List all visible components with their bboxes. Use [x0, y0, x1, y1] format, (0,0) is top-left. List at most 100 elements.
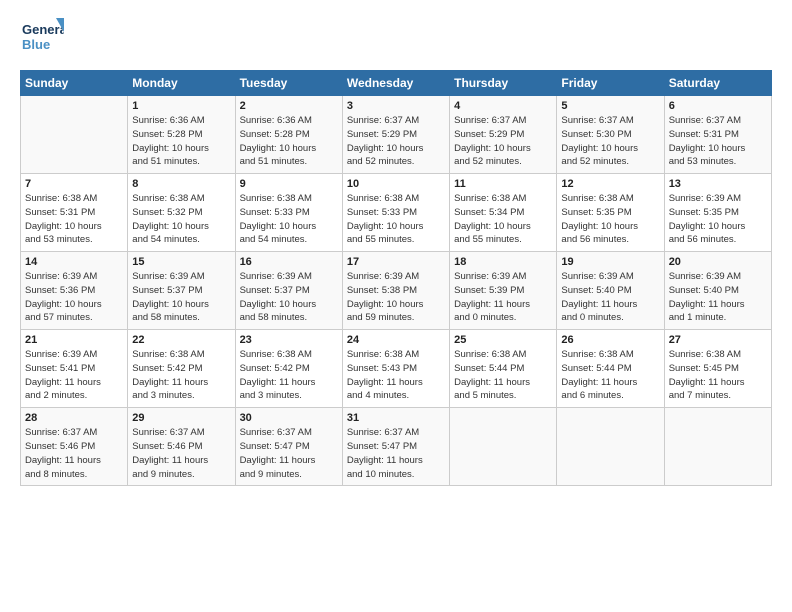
day-info: Sunrise: 6:39 AM Sunset: 5:40 PM Dayligh…: [669, 270, 767, 325]
table-row: [664, 408, 771, 486]
table-row: 27 Sunrise: 6:38 AM Sunset: 5:45 PM Dayli…: [664, 330, 771, 408]
day-number: 1: [132, 100, 230, 112]
header: General Blue: [20, 16, 772, 60]
day-number: 3: [347, 100, 445, 112]
table-row: 2 Sunrise: 6:36 AM Sunset: 5:28 PM Daylig…: [235, 96, 342, 174]
day-info: Sunrise: 6:39 AM Sunset: 5:37 PM Dayligh…: [132, 270, 230, 325]
day-number: 6: [669, 100, 767, 112]
day-info: Sunrise: 6:39 AM Sunset: 5:38 PM Dayligh…: [347, 270, 445, 325]
table-row: 22Sunrise: 6:38 AM Sunset: 5:42 PM Dayli…: [128, 330, 235, 408]
table-row: 21 Sunrise: 6:39 AM Sunset: 5:41 PM Dayli…: [21, 330, 128, 408]
table-row: 9Sunrise: 6:38 AM Sunset: 5:33 PM Daylig…: [235, 174, 342, 252]
svg-text:Blue: Blue: [22, 37, 50, 52]
day-number: 2: [240, 100, 338, 112]
day-info: Sunrise: 6:38 AM Sunset: 5:33 PM Dayligh…: [347, 192, 445, 247]
col-header-sunday: Sunday: [21, 71, 128, 96]
day-number: 12: [561, 178, 659, 190]
week-row-1: 1 Sunrise: 6:36 AM Sunset: 5:28 PM Daylig…: [21, 96, 772, 174]
table-row: 11 Sunrise: 6:38 AM Sunset: 5:34 PM Dayli…: [450, 174, 557, 252]
col-header-monday: Monday: [128, 71, 235, 96]
table-row: 31 Sunrise: 6:37 AM Sunset: 5:47 PM Dayli…: [342, 408, 449, 486]
table-row: 26 Sunrise: 6:38 AM Sunset: 5:44 PM Dayli…: [557, 330, 664, 408]
day-number: 21: [25, 334, 123, 346]
day-info: Sunrise: 6:36 AM Sunset: 5:28 PM Dayligh…: [240, 114, 338, 169]
day-info: Sunrise: 6:38 AM Sunset: 5:42 PM Dayligh…: [240, 348, 338, 403]
table-row: 18 Sunrise: 6:39 AM Sunset: 5:39 PM Dayli…: [450, 252, 557, 330]
day-number: 5: [561, 100, 659, 112]
day-number: 18: [454, 256, 552, 268]
day-number: 23: [240, 334, 338, 346]
day-info: Sunrise: 6:38 AM Sunset: 5:32 PM Dayligh…: [132, 192, 230, 247]
header-row: SundayMondayTuesdayWednesdayThursdayFrid…: [21, 71, 772, 96]
table-row: 24 Sunrise: 6:38 AM Sunset: 5:43 PM Dayli…: [342, 330, 449, 408]
day-number: 20: [669, 256, 767, 268]
table-row: 13Sunrise: 6:39 AM Sunset: 5:35 PM Dayli…: [664, 174, 771, 252]
table-row: 30 Sunrise: 6:37 AM Sunset: 5:47 PM Dayli…: [235, 408, 342, 486]
day-number: 11: [454, 178, 552, 190]
table-row: 28Sunrise: 6:37 AM Sunset: 5:46 PM Dayli…: [21, 408, 128, 486]
table-row: 29 Sunrise: 6:37 AM Sunset: 5:46 PM Dayli…: [128, 408, 235, 486]
logo-icon: General Blue: [20, 16, 64, 60]
table-row: 14 Sunrise: 6:39 AM Sunset: 5:36 PM Dayli…: [21, 252, 128, 330]
day-info: Sunrise: 6:37 AM Sunset: 5:46 PM Dayligh…: [25, 426, 123, 481]
week-row-2: 7Sunrise: 6:38 AM Sunset: 5:31 PM Daylig…: [21, 174, 772, 252]
day-info: Sunrise: 6:39 AM Sunset: 5:36 PM Dayligh…: [25, 270, 123, 325]
day-info: Sunrise: 6:38 AM Sunset: 5:44 PM Dayligh…: [454, 348, 552, 403]
table-row: 19 Sunrise: 6:39 AM Sunset: 5:40 PM Dayli…: [557, 252, 664, 330]
day-number: 10: [347, 178, 445, 190]
table-row: 6 Sunrise: 6:37 AM Sunset: 5:31 PM Daylig…: [664, 96, 771, 174]
day-number: 19: [561, 256, 659, 268]
col-header-wednesday: Wednesday: [342, 71, 449, 96]
day-info: Sunrise: 6:38 AM Sunset: 5:43 PM Dayligh…: [347, 348, 445, 403]
week-row-4: 21 Sunrise: 6:39 AM Sunset: 5:41 PM Dayli…: [21, 330, 772, 408]
table-row: [21, 96, 128, 174]
day-number: 15: [132, 256, 230, 268]
table-row: 16Sunrise: 6:39 AM Sunset: 5:37 PM Dayli…: [235, 252, 342, 330]
day-number: 4: [454, 100, 552, 112]
day-number: 31: [347, 412, 445, 424]
day-info: Sunrise: 6:37 AM Sunset: 5:47 PM Dayligh…: [240, 426, 338, 481]
day-info: Sunrise: 6:37 AM Sunset: 5:31 PM Dayligh…: [669, 114, 767, 169]
table-row: 5Sunrise: 6:37 AM Sunset: 5:30 PM Daylig…: [557, 96, 664, 174]
day-info: Sunrise: 6:36 AM Sunset: 5:28 PM Dayligh…: [132, 114, 230, 169]
day-number: 16: [240, 256, 338, 268]
day-number: 8: [132, 178, 230, 190]
day-info: Sunrise: 6:38 AM Sunset: 5:31 PM Dayligh…: [25, 192, 123, 247]
day-info: Sunrise: 6:37 AM Sunset: 5:46 PM Dayligh…: [132, 426, 230, 481]
day-info: Sunrise: 6:39 AM Sunset: 5:39 PM Dayligh…: [454, 270, 552, 325]
col-header-thursday: Thursday: [450, 71, 557, 96]
table-row: 17Sunrise: 6:39 AM Sunset: 5:38 PM Dayli…: [342, 252, 449, 330]
table-row: 23 Sunrise: 6:38 AM Sunset: 5:42 PM Dayli…: [235, 330, 342, 408]
day-number: 29: [132, 412, 230, 424]
table-row: 8 Sunrise: 6:38 AM Sunset: 5:32 PM Daylig…: [128, 174, 235, 252]
day-info: Sunrise: 6:39 AM Sunset: 5:41 PM Dayligh…: [25, 348, 123, 403]
page: General Blue SundayMondayTuesdayWednesda…: [0, 0, 792, 612]
day-info: Sunrise: 6:37 AM Sunset: 5:47 PM Dayligh…: [347, 426, 445, 481]
day-info: Sunrise: 6:37 AM Sunset: 5:29 PM Dayligh…: [347, 114, 445, 169]
day-info: Sunrise: 6:38 AM Sunset: 5:35 PM Dayligh…: [561, 192, 659, 247]
day-number: 14: [25, 256, 123, 268]
day-info: Sunrise: 6:38 AM Sunset: 5:44 PM Dayligh…: [561, 348, 659, 403]
day-number: 26: [561, 334, 659, 346]
day-info: Sunrise: 6:39 AM Sunset: 5:40 PM Dayligh…: [561, 270, 659, 325]
day-number: 30: [240, 412, 338, 424]
day-number: 24: [347, 334, 445, 346]
calendar-table: SundayMondayTuesdayWednesdayThursdayFrid…: [20, 70, 772, 486]
day-info: Sunrise: 6:37 AM Sunset: 5:29 PM Dayligh…: [454, 114, 552, 169]
week-row-5: 28Sunrise: 6:37 AM Sunset: 5:46 PM Dayli…: [21, 408, 772, 486]
col-header-saturday: Saturday: [664, 71, 771, 96]
col-header-friday: Friday: [557, 71, 664, 96]
table-row: 7Sunrise: 6:38 AM Sunset: 5:31 PM Daylig…: [21, 174, 128, 252]
table-row: [450, 408, 557, 486]
table-row: 15 Sunrise: 6:39 AM Sunset: 5:37 PM Dayli…: [128, 252, 235, 330]
table-row: 10 Sunrise: 6:38 AM Sunset: 5:33 PM Dayli…: [342, 174, 449, 252]
day-info: Sunrise: 6:38 AM Sunset: 5:34 PM Dayligh…: [454, 192, 552, 247]
day-number: 25: [454, 334, 552, 346]
day-number: 27: [669, 334, 767, 346]
day-info: Sunrise: 6:38 AM Sunset: 5:42 PM Dayligh…: [132, 348, 230, 403]
svg-text:General: General: [22, 22, 64, 37]
day-info: Sunrise: 6:38 AM Sunset: 5:45 PM Dayligh…: [669, 348, 767, 403]
table-header: SundayMondayTuesdayWednesdayThursdayFrid…: [21, 71, 772, 96]
table-row: 1 Sunrise: 6:36 AM Sunset: 5:28 PM Daylig…: [128, 96, 235, 174]
week-row-3: 14 Sunrise: 6:39 AM Sunset: 5:36 PM Dayli…: [21, 252, 772, 330]
